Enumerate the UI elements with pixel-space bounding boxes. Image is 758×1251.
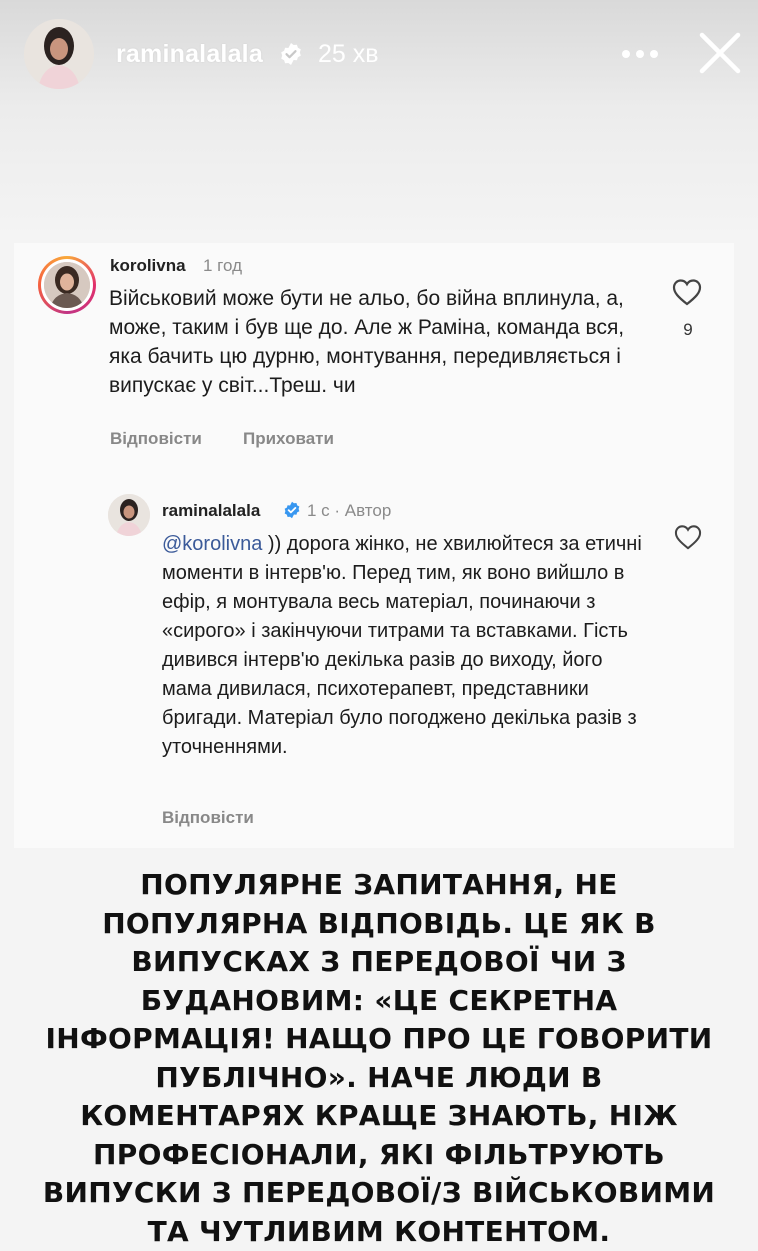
heart-icon[interactable] bbox=[672, 278, 702, 306]
reply-button[interactable]: Відповісти bbox=[110, 429, 202, 449]
reply-button[interactable]: Відповісти bbox=[162, 808, 254, 828]
reply-author-avatar[interactable] bbox=[108, 494, 150, 536]
story-timestamp: 25 хв bbox=[318, 40, 379, 68]
verified-badge-icon bbox=[284, 501, 300, 519]
reply-username[interactable]: raminalalala bbox=[162, 501, 260, 521]
hide-button[interactable]: Приховати bbox=[243, 429, 334, 449]
heart-icon[interactable] bbox=[674, 524, 702, 550]
more-options-icon[interactable] bbox=[620, 48, 660, 60]
story-top-gradient bbox=[0, 0, 758, 240]
reply-meta: 1 с · Автор bbox=[307, 501, 392, 520]
comment-like-count: 9 bbox=[683, 320, 693, 339]
verified-badge-icon bbox=[281, 43, 301, 65]
comment-timestamp: 1 год bbox=[203, 256, 243, 275]
story-username[interactable]: raminalalala bbox=[116, 40, 263, 69]
reply-text: @korolivna )) дорога жінко, не хвилюйтес… bbox=[162, 530, 652, 762]
story-caption: ПОПУЛЯРНЕ ЗАПИТАННЯ, НЕ ПОПУЛЯРНА ВІДПОВ… bbox=[42, 868, 716, 1248]
commenter-avatar[interactable] bbox=[38, 256, 96, 314]
mention-link[interactable]: @korolivna bbox=[162, 533, 262, 555]
reply-body: )) дорога жінко, не хвилюйтеся за етичні… bbox=[162, 533, 642, 758]
story-author-avatar[interactable] bbox=[24, 19, 94, 89]
comment-username[interactable]: korolivna bbox=[110, 256, 186, 276]
close-icon[interactable] bbox=[697, 30, 743, 76]
comment-text: Військовий може бути не альо, бо війна в… bbox=[109, 287, 625, 397]
